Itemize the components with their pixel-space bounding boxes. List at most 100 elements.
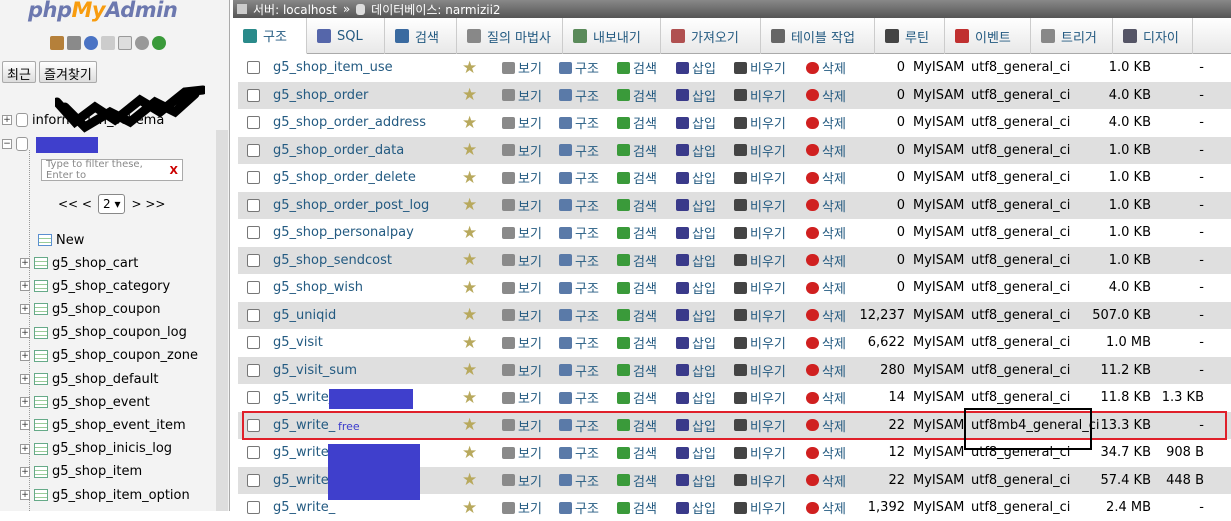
drop-action[interactable]: 삭제 <box>806 498 846 517</box>
search-action[interactable]: 검색 <box>617 498 657 517</box>
table-name-link[interactable]: g5_shop_sendcost <box>273 253 392 268</box>
tree-item-table[interactable]: + g5_shop_default <box>20 369 158 389</box>
search-action[interactable]: 검색 <box>617 251 657 270</box>
search-action[interactable]: 검색 <box>617 168 657 187</box>
empty-action[interactable]: 비우기 <box>734 361 786 380</box>
drop-action[interactable]: 삭제 <box>806 443 846 462</box>
help-icon[interactable] <box>84 36 98 50</box>
insert-action[interactable]: 삽입 <box>676 168 716 187</box>
expand-icon[interactable]: + <box>20 443 30 454</box>
structure-action[interactable]: 구조 <box>559 141 599 160</box>
row-checkbox[interactable] <box>247 336 260 349</box>
structure-action[interactable]: 구조 <box>559 86 599 105</box>
favorite-star-icon[interactable]: ★ <box>462 278 477 298</box>
tab-7[interactable]: routines-icon 루틴 <box>875 18 945 54</box>
drop-action[interactable]: 삭제 <box>806 471 846 490</box>
row-checkbox[interactable] <box>247 253 260 267</box>
reload-icon[interactable] <box>152 36 166 50</box>
favorite-star-icon[interactable]: ★ <box>462 223 477 243</box>
page-select[interactable]: 2 ▾ <box>97 194 126 214</box>
expand-icon[interactable]: + <box>20 350 30 361</box>
insert-action[interactable]: 삽입 <box>676 388 716 407</box>
favorite-star-icon[interactable]: ★ <box>462 250 477 270</box>
browse-action[interactable]: 보기 <box>502 333 542 352</box>
row-checkbox[interactable] <box>247 88 260 102</box>
tree-item-table[interactable]: + g5_shop_event_item <box>20 415 186 435</box>
favorite-star-icon[interactable]: ★ <box>462 195 477 215</box>
expand-icon[interactable]: + <box>2 115 12 125</box>
copy-icon[interactable] <box>118 36 132 50</box>
structure-action[interactable]: 구조 <box>559 306 599 325</box>
favorite-star-icon[interactable]: ★ <box>462 443 477 463</box>
tree-item-table[interactable]: + g5_shop_category <box>20 276 170 296</box>
insert-action[interactable]: 삽입 <box>676 58 716 77</box>
pager-next[interactable]: > >> <box>131 197 165 211</box>
favorite-star-icon[interactable]: ★ <box>462 168 477 188</box>
tree-item-table[interactable]: + g5_shop_cart <box>20 253 138 273</box>
row-checkbox[interactable] <box>247 308 260 322</box>
tree-item-table[interactable]: + g5_shop_coupon <box>20 299 161 319</box>
table-name-link[interactable]: g5_write_ <box>273 500 335 515</box>
tab-0[interactable]: structure-icon 구조 <box>233 18 307 54</box>
search-action[interactable]: 검색 <box>617 196 657 215</box>
search-action[interactable]: 검색 <box>617 443 657 462</box>
structure-action[interactable]: 구조 <box>559 113 599 132</box>
drop-action[interactable]: 삭제 <box>806 278 846 297</box>
browse-action[interactable]: 보기 <box>502 361 542 380</box>
browse-action[interactable]: 보기 <box>502 223 542 242</box>
favorite-star-icon[interactable]: ★ <box>462 305 477 325</box>
nav-scrollbar[interactable] <box>216 130 228 511</box>
insert-action[interactable]: 삽입 <box>676 278 716 297</box>
row-checkbox[interactable] <box>247 61 260 74</box>
browse-action[interactable]: 보기 <box>502 113 542 132</box>
tab-1[interactable]: sql-icon SQL <box>307 18 385 54</box>
browse-action[interactable]: 보기 <box>502 141 542 160</box>
tree-item-current-db[interactable]: − <box>2 134 32 154</box>
expand-icon[interactable]: + <box>20 304 30 315</box>
row-checkbox[interactable] <box>247 281 260 294</box>
search-action[interactable]: 검색 <box>617 306 657 325</box>
table-name-link[interactable]: g5_shop_wish <box>273 280 363 295</box>
row-checkbox[interactable] <box>247 198 260 212</box>
empty-action[interactable]: 비우기 <box>734 113 786 132</box>
browse-action[interactable]: 보기 <box>502 443 542 462</box>
search-action[interactable]: 검색 <box>617 58 657 77</box>
expand-icon[interactable]: + <box>20 374 30 384</box>
row-checkbox[interactable] <box>247 446 260 459</box>
table-name-link[interactable]: g5_shop_order_data <box>273 143 404 158</box>
favorite-star-icon[interactable]: ★ <box>462 113 477 133</box>
drop-action[interactable]: 삭제 <box>806 86 846 105</box>
insert-action[interactable]: 삽입 <box>676 498 716 517</box>
search-action[interactable]: 검색 <box>617 471 657 490</box>
row-checkbox[interactable] <box>247 226 260 239</box>
favorite-star-icon[interactable]: ★ <box>462 388 477 408</box>
drop-action[interactable]: 삭제 <box>806 58 846 77</box>
empty-action[interactable]: 비우기 <box>734 498 786 517</box>
row-checkbox[interactable] <box>247 363 260 377</box>
empty-action[interactable]: 비우기 <box>734 168 786 187</box>
empty-action[interactable]: 비우기 <box>734 471 786 490</box>
drop-action[interactable]: 삭제 <box>806 333 846 352</box>
favorites-button[interactable]: 즐겨찾기 <box>39 61 97 83</box>
structure-action[interactable]: 구조 <box>559 388 599 407</box>
browse-action[interactable]: 보기 <box>502 251 542 270</box>
table-name-link[interactable]: g5_visit <box>273 335 323 350</box>
search-action[interactable]: 검색 <box>617 388 657 407</box>
tab-6[interactable]: operations-icon 테이블 작업 <box>761 18 875 54</box>
row-checkbox[interactable] <box>247 171 260 184</box>
recent-button[interactable]: 최근 <box>2 61 36 83</box>
row-checkbox[interactable] <box>247 473 260 487</box>
expand-icon[interactable]: + <box>20 258 30 268</box>
structure-action[interactable]: 구조 <box>559 361 599 380</box>
insert-action[interactable]: 삽입 <box>676 113 716 132</box>
favorite-star-icon[interactable]: ★ <box>462 140 477 160</box>
breadcrumb-server[interactable]: 서버: localhost <box>253 1 337 18</box>
search-action[interactable]: 검색 <box>617 86 657 105</box>
tab-3[interactable]: query-icon 질의 마법사 <box>457 18 563 54</box>
search-action[interactable]: 검색 <box>617 113 657 132</box>
table-name-link[interactable]: g5_visit_sum <box>273 363 357 378</box>
empty-action[interactable]: 비우기 <box>734 223 786 242</box>
structure-action[interactable]: 구조 <box>559 251 599 270</box>
insert-action[interactable]: 삽입 <box>676 251 716 270</box>
drop-action[interactable]: 삭제 <box>806 306 846 325</box>
